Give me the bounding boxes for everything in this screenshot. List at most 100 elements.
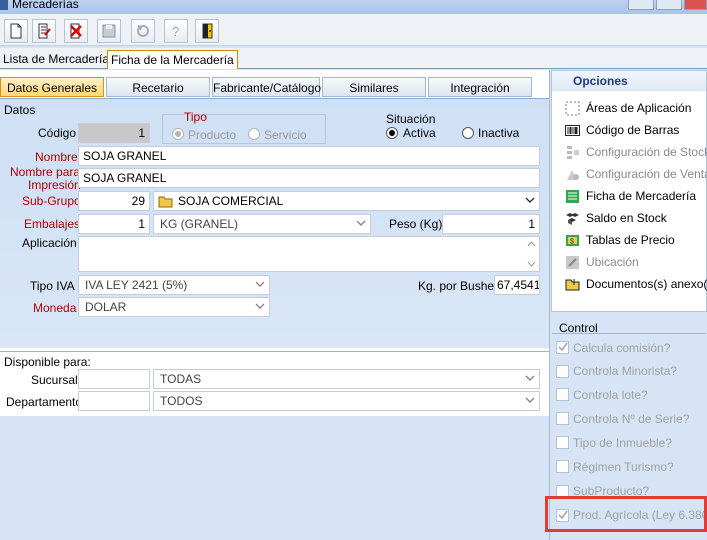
tipo-label: Tipo — [184, 110, 207, 124]
label-controla-serie: Controla Nº de Serie? — [573, 412, 690, 426]
embalajes-select[interactable]: KG (GRANEL) — [153, 214, 371, 234]
sucursal-label: Sucursal — [31, 373, 78, 387]
opcion-label: Documentos(s) anexo(s) — [586, 277, 707, 291]
embalajes-label: Embalajes — [24, 217, 81, 231]
exit-door-icon — [202, 23, 213, 39]
opcion-label: Configuración de Stock — [586, 145, 707, 159]
folder-icon — [158, 196, 173, 208]
save-button[interactable] — [97, 19, 121, 43]
label-controla-lote: Controla lote? — [573, 388, 648, 402]
undo-button[interactable] — [131, 19, 155, 43]
help-button[interactable]: ? — [164, 19, 188, 43]
radio-servicio[interactable] — [248, 128, 260, 140]
opcion-label: Ubicación — [586, 255, 639, 269]
bottom-area — [0, 416, 549, 540]
kg-bushel-label: Kg. por Bushel — [418, 279, 497, 293]
chevron-down-icon — [525, 375, 535, 381]
chevron-down-icon — [255, 281, 265, 287]
sucursal-code-field[interactable] — [78, 369, 150, 389]
title-bar: Mercaderías — [0, 0, 707, 14]
exit-button[interactable] — [195, 19, 219, 43]
scroll-up-icon[interactable] — [527, 240, 536, 248]
tab-integracion[interactable]: Integración — [428, 77, 532, 97]
tab-ficha-mercaderia[interactable]: Ficha de la Mercadería — [107, 50, 238, 69]
maximize-button[interactable] — [656, 0, 682, 10]
boxes-icon — [566, 213, 579, 225]
window-title: Mercaderías — [12, 0, 79, 11]
green-card-icon — [566, 190, 579, 203]
nombre-impresion-field[interactable]: SOJA GRANEL — [78, 168, 540, 188]
delete-icon — [70, 23, 82, 39]
toolbar: ? — [0, 14, 707, 46]
chevron-down-icon — [255, 303, 265, 309]
close-window-button[interactable] — [684, 0, 707, 10]
opcion-label: Ficha de Mercadería — [586, 189, 697, 203]
producto-label: Producto — [188, 128, 237, 142]
nombre-field[interactable]: SOJA GRANEL — [78, 146, 540, 166]
departamento-select[interactable]: TODOS — [153, 391, 540, 411]
radio-producto[interactable] — [172, 128, 184, 140]
label-tipo-inmueble: Tipo de Inmueble? — [573, 436, 672, 450]
tipo-iva-value: IVA LEY 2421 (5%) — [85, 278, 188, 292]
departamento-code-field[interactable] — [78, 391, 150, 411]
label-controla-minorista: Controla Minorista? — [573, 364, 678, 378]
subgrupo-code-field[interactable]: 29 — [78, 191, 150, 211]
subgrupo-select[interactable]: SOJA COMERCIAL — [153, 191, 540, 211]
departamento-label: Departamento — [6, 395, 83, 409]
opcion-label: Áreas de Aplicación — [586, 101, 692, 115]
kg-bushel-field[interactable]: 67,4541 — [494, 275, 540, 295]
radio-inactiva[interactable] — [462, 127, 474, 139]
svg-text:?: ? — [172, 24, 179, 39]
tab-recetario[interactable]: Recetario — [106, 77, 210, 97]
highlight-box — [545, 496, 707, 532]
codigo-field[interactable]: 1 — [78, 123, 150, 143]
section-datos-label: Datos — [4, 103, 36, 117]
edit-button[interactable] — [32, 19, 56, 43]
tab-similares[interactable]: Similares — [322, 77, 426, 97]
svg-text:$: $ — [570, 239, 574, 246]
save-icon — [102, 24, 116, 38]
chevron-down-icon — [525, 197, 535, 203]
tipo-iva-select[interactable]: IVA LEY 2421 (5%) — [78, 275, 270, 295]
divider — [0, 351, 549, 352]
servicio-label: Servicio — [264, 128, 307, 142]
subgrupo-label: Sub-Grupo — [22, 194, 81, 208]
checkbox-calcula-comision[interactable] — [556, 341, 569, 354]
sucursal-select[interactable]: TODAS — [153, 369, 540, 389]
minimize-button[interactable] — [628, 0, 654, 10]
nombre-label: Nombre — [35, 150, 78, 164]
tipo-iva-label: Tipo IVA — [30, 279, 75, 293]
scroll-down-icon[interactable] — [527, 260, 536, 268]
tab-datos-generales[interactable]: Datos Generales — [0, 77, 104, 97]
codigo-label: Código — [38, 126, 77, 140]
subgrupo-value: SOJA COMERCIAL — [178, 194, 284, 208]
radio-activa[interactable] — [386, 127, 398, 139]
tab-fabricante-catalogo[interactable]: Fabricante/Catálogo — [212, 77, 321, 97]
barcode-icon — [565, 125, 580, 136]
label-regimen-turismo: Régimen Turismo? — [573, 460, 674, 474]
chevron-down-icon — [356, 220, 366, 226]
aplicacion-textarea[interactable] — [78, 236, 540, 272]
tab-lista-mercaderias[interactable]: Lista de Mercaderías — [0, 50, 118, 69]
nombre-impresion-label-2: Impresión — [28, 178, 81, 192]
new-document-icon — [10, 23, 22, 39]
location-icon — [566, 256, 579, 269]
help-icon: ? — [172, 24, 179, 39]
situacion-label: Situación — [386, 112, 436, 126]
checkmark-icon — [558, 342, 568, 352]
embalajes-qty-field[interactable]: 1 — [78, 214, 150, 234]
checkbox-controla-lote[interactable] — [556, 388, 569, 401]
checkbox-regimen-turismo[interactable] — [556, 460, 569, 473]
checkbox-tipo-inmueble[interactable] — [556, 436, 569, 449]
moneda-select[interactable]: DOLAR — [78, 297, 270, 317]
opcion-label: Código de Barras — [586, 123, 680, 137]
new-button[interactable] — [4, 19, 28, 43]
nombre-impresion-label-1: Nombre para — [10, 165, 81, 179]
sucursal-value: TODAS — [160, 372, 202, 386]
opcion-label: Tablas de Precio — [586, 233, 675, 247]
peso-field[interactable]: 1 — [442, 214, 540, 234]
opciones-header: Opciones — [552, 71, 706, 91]
checkbox-controla-minorista[interactable] — [556, 365, 569, 378]
checkbox-controla-serie[interactable] — [556, 412, 569, 425]
delete-button[interactable] — [64, 19, 88, 43]
